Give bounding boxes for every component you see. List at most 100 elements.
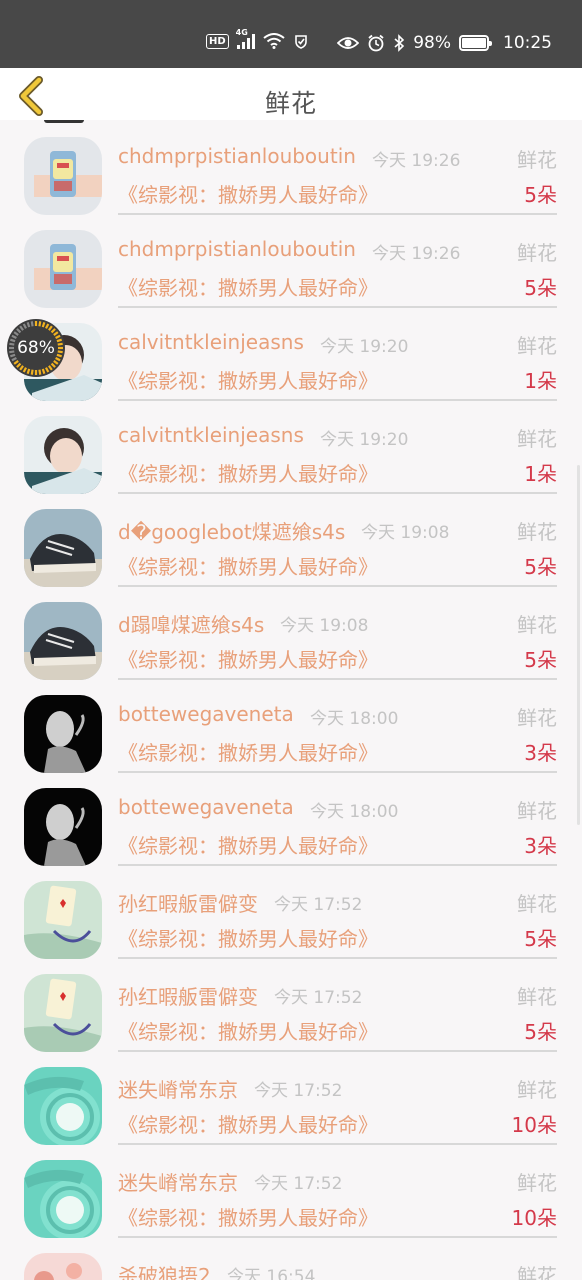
- avatar[interactable]: [24, 1067, 102, 1145]
- hd-badge: HD: [206, 33, 229, 49]
- status-left-icons: HD 4G: [206, 28, 309, 49]
- username[interactable]: 孙红暇舨雷僻变: [118, 888, 258, 917]
- gift-count: 3朵: [524, 834, 557, 858]
- book-title[interactable]: 《综影视：撒娇男人最好命》: [118, 365, 378, 394]
- avatar[interactable]: [24, 137, 102, 215]
- list-item[interactable]: 杀破狼捂2 今天 16:54 鲜花: [0, 1236, 582, 1280]
- avatar[interactable]: [24, 1253, 102, 1280]
- avatar[interactable]: [24, 602, 102, 680]
- avatar[interactable]: [24, 1160, 102, 1238]
- list-item[interactable]: d�googlebot煤遮飨s4s 今天 19:08 鲜花《综影视：撒娇男人最好命》…: [0, 492, 582, 587]
- book-title[interactable]: 《综影视：撒娇男人最好命》: [118, 1016, 378, 1045]
- username[interactable]: d�googlebot煤遮飨s4s: [118, 516, 345, 545]
- status-right-icons: 98% 10:25: [337, 33, 552, 53]
- timestamp: 今天 17:52: [254, 1174, 343, 1194]
- timestamp: 今天 16:54: [227, 1267, 316, 1280]
- timestamp: 今天 17:52: [274, 895, 363, 915]
- timestamp: 今天 17:52: [254, 1081, 343, 1101]
- gift-type: 鲜花: [517, 334, 557, 358]
- progress-percent: 68%: [17, 338, 55, 358]
- app-header: 鲜花: [0, 68, 582, 120]
- gift-count: 1朵: [524, 369, 557, 393]
- avatar[interactable]: [24, 695, 102, 773]
- gift-type: 鲜花: [517, 892, 557, 916]
- gift-count: 5朵: [524, 183, 557, 207]
- list-item[interactable]: 孙红暇舨雷僻变 今天 17:52 鲜花 《综影视：撒娇男人最好命》 5朵: [0, 864, 582, 959]
- network-type: 4G: [235, 28, 248, 37]
- timestamp: 今天 18:00: [310, 802, 399, 822]
- timestamp: 今天 19:26: [372, 151, 461, 171]
- gift-type: 鲜花: [517, 613, 557, 637]
- progress-badge[interactable]: 68%: [6, 318, 66, 378]
- username[interactable]: calvitntkleinjeasns: [118, 330, 304, 354]
- book-title[interactable]: 《综影视：撒娇男人最好命》: [118, 272, 378, 301]
- battery-fill: [462, 38, 486, 48]
- gift-type: 鲜花: [517, 1171, 557, 1195]
- list-item[interactable]: d蹋嘷煤遮飨s4s 今天 19:08 鲜花《综影视：撒娇男人最好命》 5朵: [0, 585, 582, 680]
- avatar[interactable]: [24, 509, 102, 587]
- gift-count: 5朵: [524, 648, 557, 672]
- list-item[interactable]: 迷失嵴常东京 今天 17:52 鲜花《综影视：撒娇男人最好命》 10朵: [0, 1050, 582, 1145]
- gift-type: 鲜花: [517, 1264, 557, 1280]
- avatar[interactable]: [24, 416, 102, 494]
- timestamp: 今天 18:00: [310, 709, 399, 729]
- gift-type: 鲜花: [517, 520, 557, 544]
- book-title[interactable]: 《综影视：撒娇男人最好命》: [118, 644, 378, 673]
- gift-type: 鲜花: [517, 706, 557, 730]
- username[interactable]: 杀破狼捂2: [118, 1260, 211, 1280]
- avatar[interactable]: [24, 974, 102, 1052]
- gift-record-list[interactable]: chdmprpistianlouboutin 今天 19:26 鲜花 《综影视：撒娇男…: [0, 120, 582, 1280]
- alarm-icon: [368, 34, 384, 52]
- username[interactable]: calvitntkleinjeasns: [118, 423, 304, 447]
- username[interactable]: 迷失嵴常东京: [118, 1074, 238, 1103]
- list-item[interactable]: 迷失嵴常东京 今天 17:52 鲜花《综影视：撒娇男人最好命》 10朵: [0, 1143, 582, 1238]
- gift-type: 鲜花: [517, 427, 557, 451]
- avatar[interactable]: [24, 788, 102, 866]
- timestamp: 今天 17:52: [274, 988, 363, 1008]
- list-item[interactable]: calvitntkleinjeasns 今天 19:20 鲜花《综影视：撒娇男人最好…: [0, 306, 582, 401]
- timestamp: 今天 19:20: [320, 430, 409, 450]
- book-title[interactable]: 《综影视：撒娇男人最好命》: [118, 1202, 378, 1231]
- gift-count: 10朵: [511, 1113, 557, 1137]
- list-item[interactable]: bottewegaveneta 今天 18:00 鲜花《综影视：撒娇男人最好命》 3朵: [0, 678, 582, 773]
- gift-type: 鲜花: [517, 241, 557, 265]
- gift-count: 5朵: [524, 276, 557, 300]
- bluetooth-icon: [394, 34, 405, 52]
- list-item[interactable]: 孙红暇舨雷僻变 今天 17:52 鲜花 《综影视：撒娇男人最好命》 5朵: [0, 957, 582, 1052]
- book-title[interactable]: 《综影视：撒娇男人最好命》: [118, 179, 378, 208]
- book-title[interactable]: 《综影视：撒娇男人最好命》: [118, 1109, 378, 1138]
- username[interactable]: bottewegaveneta: [118, 795, 294, 819]
- list-item[interactable]: bottewegaveneta 今天 18:00 鲜花 《综影视：撒娇男人最好命》 3朵: [0, 771, 582, 866]
- username[interactable]: 迷失嵴常东京: [118, 1167, 238, 1196]
- list-item[interactable]: chdmprpistianlouboutin 今天 19:26 鲜花《综影视：撒娇男…: [0, 120, 582, 215]
- gift-type: 鲜花: [517, 148, 557, 172]
- list-item[interactable]: calvitntkleinjeasns 今天 19:20 鲜花《综影视：撒娇男人最好…: [0, 399, 582, 494]
- scrollbar[interactable]: [577, 465, 580, 825]
- gift-count: 3朵: [524, 741, 557, 765]
- book-title[interactable]: 《综影视：撒娇男人最好命》: [118, 830, 378, 859]
- list-item[interactable]: chdmprpistianlouboutin 今天 19:26 鲜花 《综影视：撒娇男…: [0, 213, 582, 308]
- username[interactable]: d蹋嘷煤遮飨s4s: [118, 609, 264, 638]
- username[interactable]: chdmprpistianlouboutin: [118, 237, 356, 261]
- timestamp: 今天 19:08: [280, 616, 369, 636]
- book-title[interactable]: 《综影视：撒娇男人最好命》: [118, 923, 378, 952]
- username[interactable]: chdmprpistianlouboutin: [118, 144, 356, 168]
- book-title[interactable]: 《综影视：撒娇男人最好命》: [118, 737, 378, 766]
- gift-count: 1朵: [524, 462, 557, 486]
- timestamp: 今天 19:20: [320, 337, 409, 357]
- book-title[interactable]: 《综影视：撒娇男人最好命》: [118, 551, 378, 580]
- battery-percent: 98%: [413, 33, 451, 53]
- timestamp: 今天 19:08: [361, 523, 450, 543]
- clock: 10:25: [503, 33, 552, 53]
- gift-type: 鲜花: [517, 1078, 557, 1102]
- avatar[interactable]: [24, 881, 102, 959]
- eye-icon: [337, 37, 360, 49]
- avatar[interactable]: [24, 230, 102, 308]
- username[interactable]: bottewegaveneta: [118, 702, 294, 726]
- gift-count: 5朵: [524, 1020, 557, 1044]
- battery-icon: [459, 35, 492, 51]
- book-title[interactable]: 《综影视：撒娇男人最好命》: [118, 458, 378, 487]
- gift-count: 10朵: [511, 1206, 557, 1230]
- page-title: 鲜花: [264, 89, 317, 118]
- username[interactable]: 孙红暇舨雷僻变: [118, 981, 258, 1010]
